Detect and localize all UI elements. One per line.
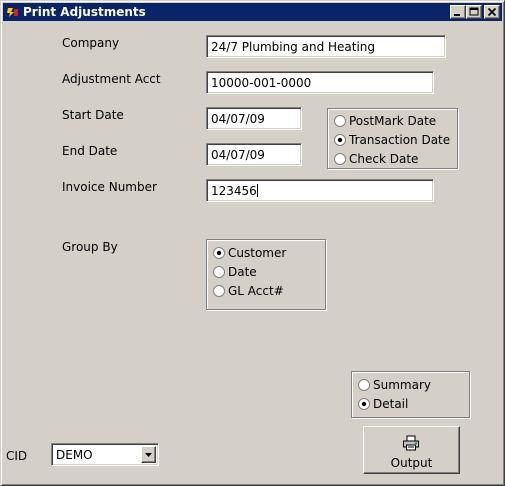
company-value: 24/7 Plumbing and Heating: [211, 40, 376, 54]
report-detail-group: Summary Detail: [351, 371, 470, 418]
minimize-icon: [454, 14, 460, 16]
radio-group-customer-label: Customer: [228, 246, 287, 260]
radio-group-date-label: Date: [228, 265, 257, 279]
adjustment-acct-field[interactable]: 10000-001-0000: [206, 71, 434, 94]
radio-unselected-icon: [334, 153, 346, 165]
chevron-down-icon: [145, 453, 152, 457]
close-icon: [487, 7, 497, 17]
invoice-number-label: Invoice Number: [62, 180, 157, 194]
radio-selected-icon: [213, 247, 225, 259]
minimize-button[interactable]: [450, 5, 466, 19]
company-field[interactable]: 24/7 Plumbing and Heating: [206, 35, 446, 58]
adjustment-acct-value: 10000-001-0000: [211, 76, 312, 90]
company-label: Company: [62, 36, 120, 50]
cid-dropdown[interactable]: DEMO: [51, 443, 159, 466]
invoice-number-value: 123456: [211, 184, 257, 198]
radio-selected-icon: [334, 134, 346, 146]
radio-unselected-icon: [213, 285, 225, 297]
date-type-group: PostMark Date Transaction Date Check Dat…: [327, 108, 458, 169]
output-button[interactable]: Output: [363, 426, 460, 474]
app-icon: [6, 5, 20, 19]
end-date-label: End Date: [62, 144, 118, 158]
invoice-number-field[interactable]: 123456: [206, 179, 434, 202]
radio-summary-label: Summary: [373, 378, 431, 392]
cid-dropdown-button[interactable]: [141, 446, 156, 463]
radio-postmark-date-label: PostMark Date: [349, 114, 437, 128]
radio-selected-icon: [358, 398, 370, 410]
group-by-group: Customer Date GL Acct#: [206, 239, 326, 310]
radio-unselected-icon: [213, 266, 225, 278]
maximize-button[interactable]: [466, 5, 482, 19]
radio-group-gl-acct-label: GL Acct#: [228, 284, 284, 298]
end-date-field[interactable]: 04/07/09: [206, 143, 302, 166]
radio-detail-label: Detail: [373, 397, 409, 411]
window-title: Print Adjustments: [23, 5, 146, 19]
text-cursor: [256, 184, 258, 197]
maximize-icon: [469, 7, 479, 16]
close-button[interactable]: [484, 5, 500, 19]
printer-icon: [403, 435, 419, 451]
group-by-label: Group By: [62, 240, 118, 254]
radio-unselected-icon: [358, 379, 370, 391]
title-bar[interactable]: Print Adjustments: [3, 3, 502, 21]
end-date-value: 04/07/09: [211, 148, 265, 162]
radio-check-date-label: Check Date: [349, 152, 419, 166]
print-adjustments-window: Print Adjustments Company 24/7 Plumbing …: [0, 0, 505, 486]
start-date-field[interactable]: 04/07/09: [206, 107, 302, 130]
cid-label: CID: [6, 449, 28, 463]
radio-unselected-icon: [334, 115, 346, 127]
radio-transaction-date-label: Transaction Date: [349, 133, 451, 147]
start-date-value: 04/07/09: [211, 112, 265, 126]
cid-value: DEMO: [56, 448, 93, 462]
output-button-label: Output: [390, 456, 433, 470]
adjustment-acct-label: Adjustment Acct: [62, 72, 161, 86]
start-date-label: Start Date: [62, 108, 124, 122]
